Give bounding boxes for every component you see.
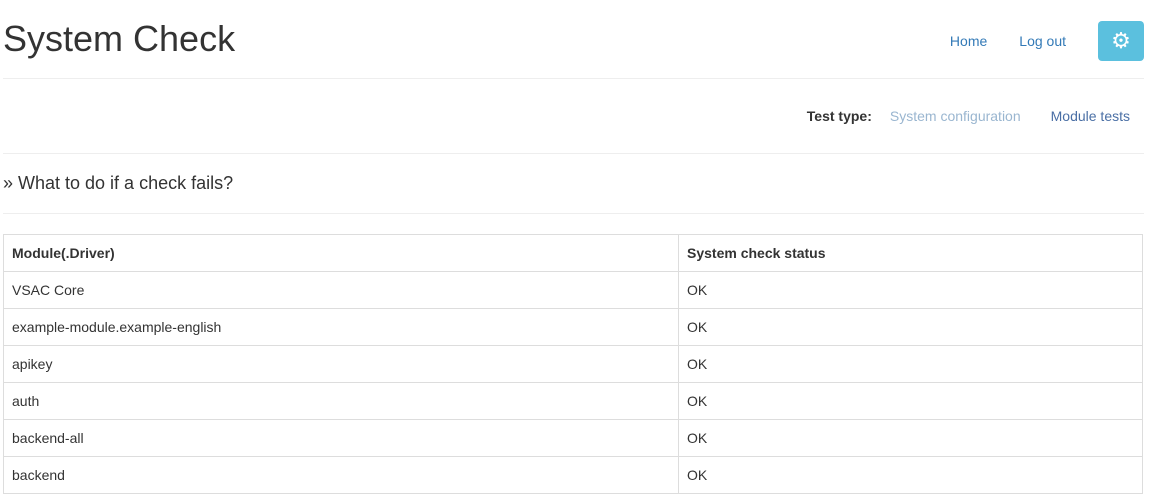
help-toggle[interactable]: » What to do if a check fails? <box>3 173 233 194</box>
logout-link[interactable]: Log out <box>1019 33 1066 49</box>
page-title: System Check <box>3 18 236 59</box>
top-nav: Home Log out ⚙ <box>950 21 1144 61</box>
help-section: » What to do if a check fails? <box>3 154 1144 214</box>
column-header: System check status <box>678 234 1143 272</box>
page-header: System Check Home Log out ⚙ <box>3 0 1144 79</box>
status-cell: OK <box>678 271 1143 309</box>
module-cell: backend <box>3 456 679 494</box>
module-cell: backend-all <box>3 419 679 457</box>
module-cell: apikey <box>3 345 679 383</box>
test-type-label: Test type: <box>806 108 872 124</box>
table-row: example-module.example-english OK <box>3 308 1143 346</box>
column-header: Module(.Driver) <box>3 234 679 272</box>
system-check-table: Module(.Driver) System check status VSAC… <box>3 234 1143 494</box>
test-type-bar: Test type: System configuration Module t… <box>3 79 1144 154</box>
status-cell: OK <box>678 345 1143 383</box>
gear-icon: ⚙ <box>1111 28 1131 53</box>
tab-module-tests[interactable]: Module tests <box>1051 108 1130 124</box>
table-row: VSAC Core OK <box>3 271 1143 309</box>
status-cell: OK <box>678 382 1143 420</box>
table-row: apikey OK <box>3 345 1143 383</box>
settings-button[interactable]: ⚙ <box>1098 21 1144 61</box>
status-cell: OK <box>678 419 1143 457</box>
module-cell: example-module.example-english <box>3 308 679 346</box>
status-cell: OK <box>678 308 1143 346</box>
tab-system-configuration[interactable]: System configuration <box>890 108 1021 124</box>
table-row: backend-all OK <box>3 419 1143 457</box>
home-link[interactable]: Home <box>950 33 987 49</box>
module-cell: auth <box>3 382 679 420</box>
status-cell: OK <box>678 456 1143 494</box>
table-row: backend OK <box>3 456 1143 494</box>
module-cell: VSAC Core <box>3 271 679 309</box>
table-row: auth OK <box>3 382 1143 420</box>
table-header: Module(.Driver) System check status <box>3 234 1143 272</box>
